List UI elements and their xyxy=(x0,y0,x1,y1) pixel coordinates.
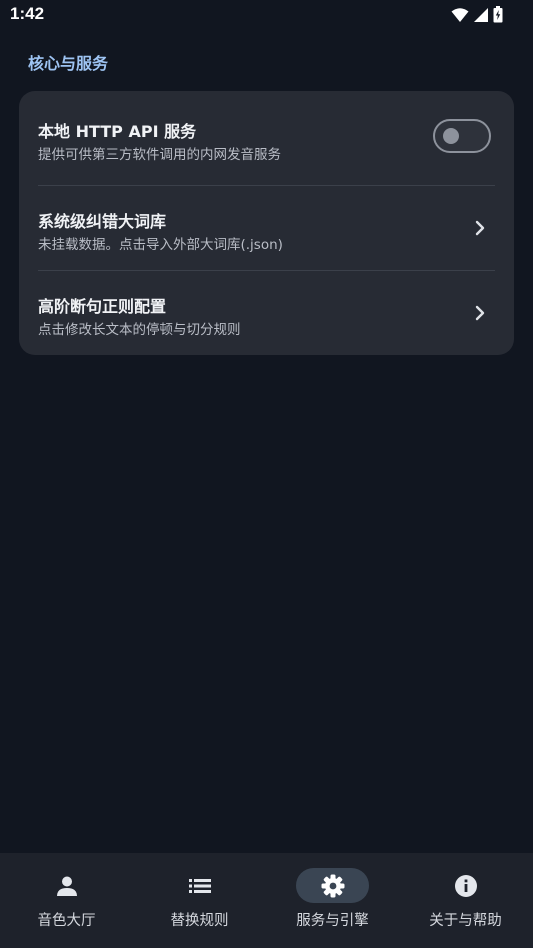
http-api-title: 本地 HTTP API 服务 xyxy=(38,122,197,141)
dictionary-title: 系统级纠错大词库 xyxy=(38,212,167,231)
nav-item-services-engine[interactable]: 服务与引擎 xyxy=(266,853,399,948)
dictionary-setting-row[interactable]: 系统级纠错大词库 未挂载数据。点击导入外部大词库(.json) xyxy=(19,186,514,270)
nav-label: 服务与引擎 xyxy=(296,913,369,929)
battery-icon xyxy=(493,6,503,23)
wifi-icon xyxy=(451,7,469,22)
section-title: 核心与服务 xyxy=(28,54,109,73)
gear-icon xyxy=(321,874,344,897)
status-icons xyxy=(451,6,503,23)
nav-icon-container-active xyxy=(296,868,369,903)
status-time: 1:42 xyxy=(10,4,45,23)
nav-icon-container xyxy=(163,868,236,903)
chevron-right-icon xyxy=(475,220,485,236)
list-icon xyxy=(188,878,211,893)
nav-icon-container xyxy=(30,868,103,903)
signal-icon xyxy=(474,7,488,22)
regex-setting-row[interactable]: 高阶断句正则配置 点击修改长文本的停顿与切分规则 xyxy=(19,271,514,355)
http-api-setting-row[interactable]: 本地 HTTP API 服务 提供可供第三方软件调用的内网发音服务 xyxy=(19,91,514,175)
bottom-navigation: 音色大厅 替换规则 服务与引擎 关于与帮助 xyxy=(0,853,533,948)
http-api-subtitle: 提供可供第三方软件调用的内网发音服务 xyxy=(38,147,281,163)
dictionary-subtitle: 未挂载数据。点击导入外部大词库(.json) xyxy=(38,237,283,253)
nav-item-voice-hall[interactable]: 音色大厅 xyxy=(0,853,133,948)
nav-item-about-help[interactable]: 关于与帮助 xyxy=(399,853,532,948)
nav-item-replace-rules[interactable]: 替换规则 xyxy=(133,853,266,948)
chevron-right-icon xyxy=(475,305,485,321)
nav-icon-container xyxy=(429,868,502,903)
nav-label: 关于与帮助 xyxy=(429,913,502,929)
regex-title: 高阶断句正则配置 xyxy=(38,297,167,316)
regex-subtitle: 点击修改长文本的停顿与切分规则 xyxy=(38,322,241,338)
toggle-knob xyxy=(443,128,459,144)
status-bar: 1:42 xyxy=(0,0,533,30)
settings-card: 本地 HTTP API 服务 提供可供第三方软件调用的内网发音服务 系统级纠错大… xyxy=(19,91,514,355)
info-icon xyxy=(454,874,477,897)
person-icon xyxy=(56,876,77,896)
nav-label: 替换规则 xyxy=(170,913,229,929)
nav-label: 音色大厅 xyxy=(37,913,96,929)
http-api-toggle[interactable] xyxy=(433,119,491,153)
